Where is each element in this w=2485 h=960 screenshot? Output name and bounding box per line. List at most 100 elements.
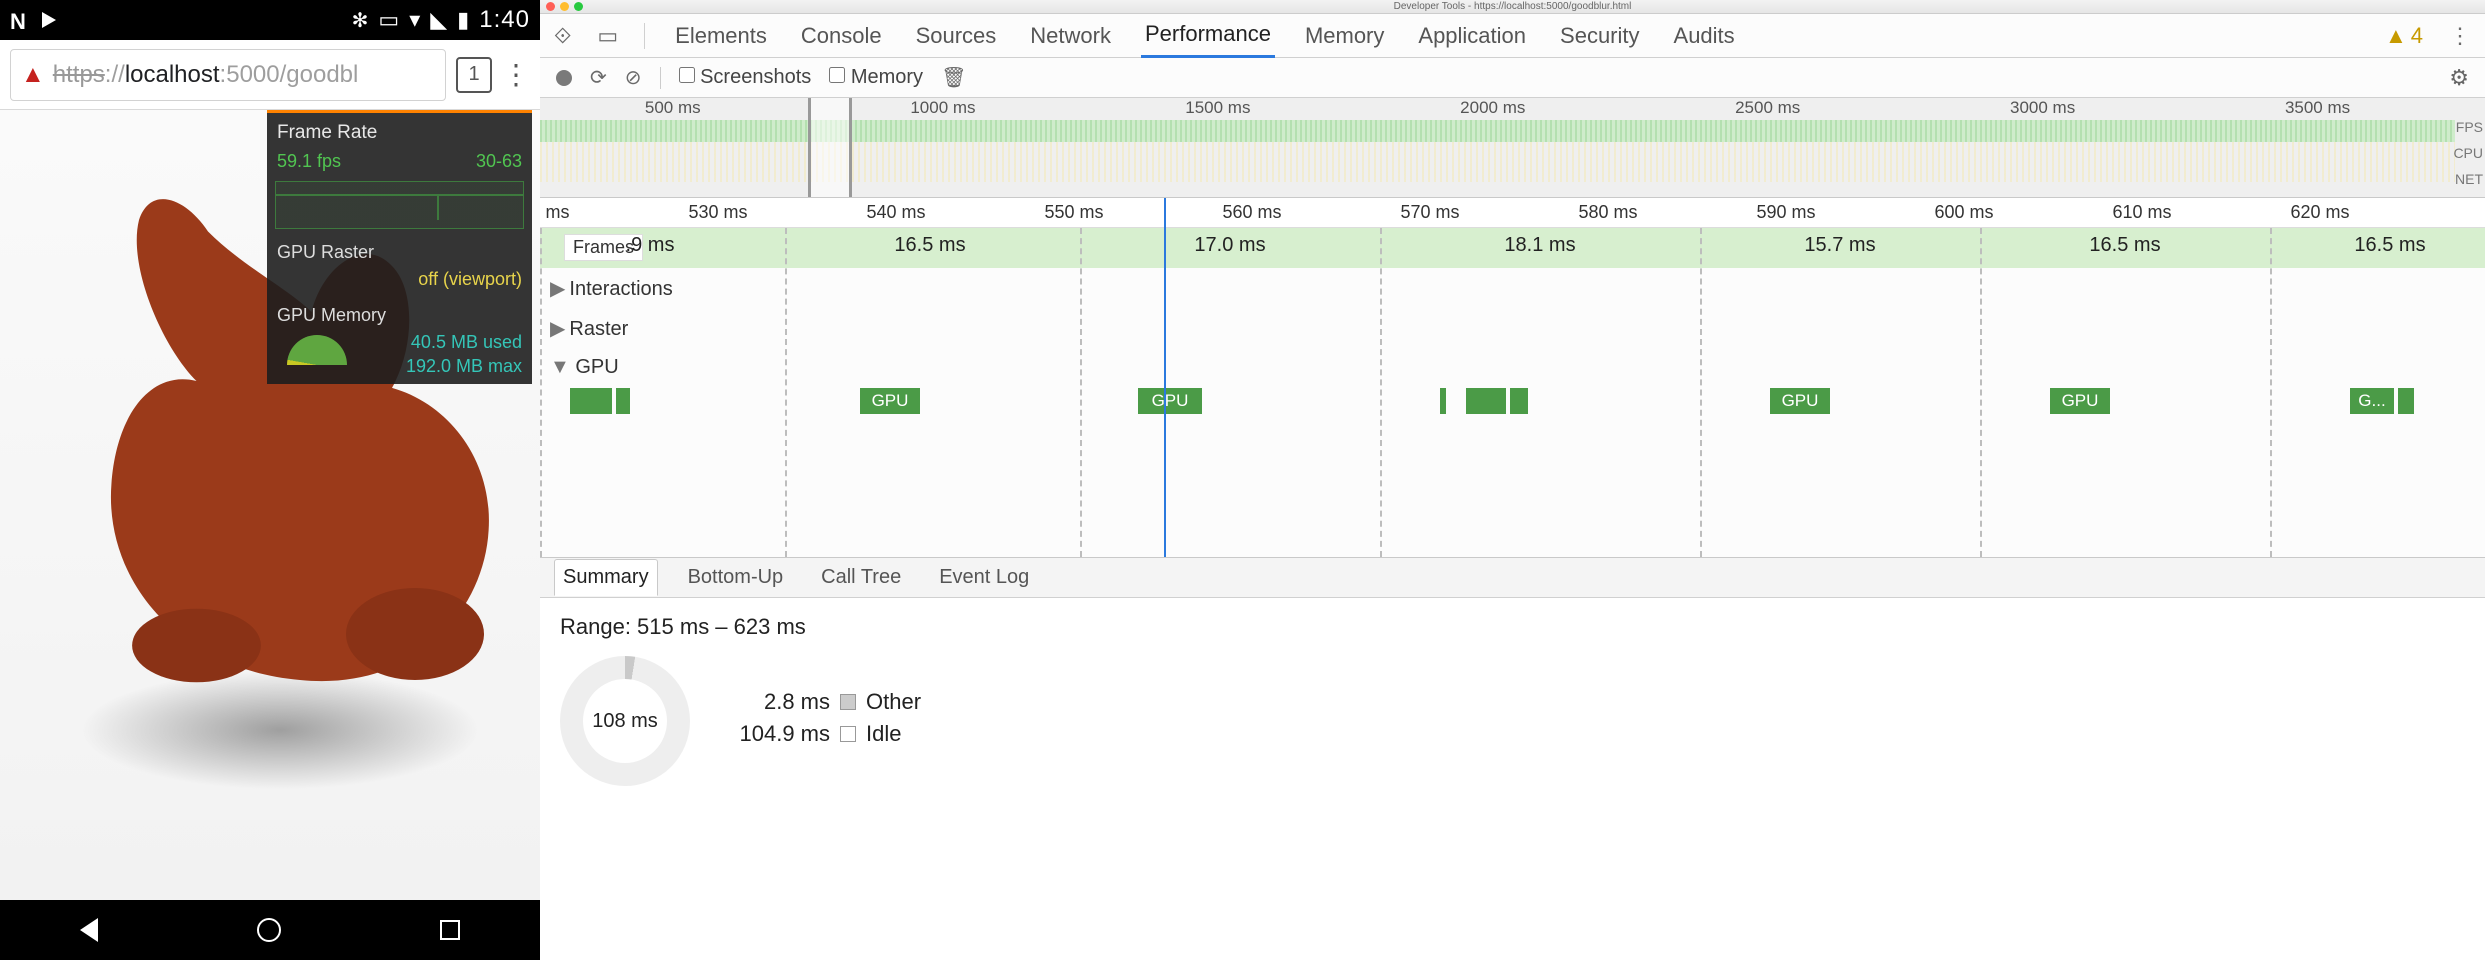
- window-titlebar[interactable]: Developer Tools - https://localhost:5000…: [540, 0, 2485, 14]
- tab-application[interactable]: Application: [1414, 15, 1530, 57]
- frame-boundary: [1080, 228, 1082, 557]
- android-nav-bar: [0, 900, 540, 960]
- frame-duration: 16.5 ms: [2354, 234, 2425, 257]
- nav-home-button[interactable]: [257, 918, 281, 942]
- bluetooth-icon: ✻: [352, 8, 369, 33]
- gpu-task-block[interactable]: GPU: [860, 388, 920, 414]
- tab-console[interactable]: Console: [797, 15, 886, 57]
- nav-recents-button[interactable]: [440, 920, 460, 940]
- screenshots-checkbox[interactable]: Screenshots: [679, 66, 812, 89]
- chrome-omnibox: ▲ https://localhost:5000/goodbl 1 ⋮: [0, 40, 540, 110]
- android-phone: N ✻ ▭ ▾ ◣ ▮ 1:40 ▲ https://localhost:500…: [0, 0, 540, 960]
- legend-row: 104.9 msIdle: [720, 721, 921, 747]
- timeline-overview[interactable]: 500 ms1000 ms1500 ms2000 ms2500 ms3000 m…: [540, 98, 2485, 198]
- subtab-event-log[interactable]: Event Log: [931, 560, 1037, 595]
- legend-row: 2.8 msOther: [720, 689, 921, 715]
- hud-fps-value: 59.1 fps: [277, 150, 341, 173]
- flame-tick: 590 ms: [1756, 202, 1815, 223]
- inspect-icon[interactable]: ⟐: [554, 23, 571, 49]
- page-viewport[interactable]: Frame Rate 59.1 fps 30-63 GPU Raster off…: [0, 110, 540, 900]
- flame-tick: 560 ms: [1222, 202, 1281, 223]
- frame-boundary: [2270, 228, 2272, 557]
- gpu-task-block[interactable]: GPU: [1138, 388, 1202, 414]
- hud-memory-gauge-icon: [287, 335, 347, 365]
- frame-boundary: [1380, 228, 1382, 557]
- gpu-task-block[interactable]: [616, 388, 630, 414]
- overview-tick: 1500 ms: [1185, 98, 1250, 118]
- traffic-lights[interactable]: [546, 2, 583, 11]
- capture-settings-icon[interactable]: ⚙: [2449, 65, 2469, 91]
- summary-range: Range: 515 ms – 623 ms: [560, 614, 2465, 640]
- devtools-menu-icon[interactable]: ⋮: [2449, 23, 2471, 49]
- performance-toolbar: ⟳ ⊘ Screenshots Memory 🗑 ⚙: [540, 58, 2485, 98]
- gpu-task-block[interactable]: [1440, 388, 1446, 414]
- record-button[interactable]: [556, 70, 572, 86]
- play-store-icon: [42, 12, 56, 28]
- reload-record-button[interactable]: ⟳: [590, 65, 607, 90]
- frame-duration: .9 ms: [626, 234, 675, 257]
- tab-sources[interactable]: Sources: [912, 15, 1001, 57]
- memory-checkbox[interactable]: Memory: [829, 66, 923, 89]
- playhead-marker[interactable]: [1164, 198, 1166, 557]
- hud-gpu-mem-used: 40.5 MB used: [411, 332, 522, 352]
- tab-switcher-button[interactable]: 1: [456, 57, 492, 93]
- subtab-call-tree[interactable]: Call Tree: [813, 560, 909, 595]
- interactions-track[interactable]: ▶Interactions: [540, 268, 2485, 308]
- frame-boundary: [540, 228, 542, 557]
- overview-tick: 3500 ms: [2285, 98, 2350, 118]
- device-toggle-icon[interactable]: ▭: [597, 23, 618, 49]
- devtools-window: Developer Tools - https://localhost:5000…: [540, 0, 2485, 960]
- tab-performance[interactable]: Performance: [1141, 13, 1275, 58]
- clear-button[interactable]: ⊘: [625, 65, 642, 90]
- gpu-task-block[interactable]: GPU: [1770, 388, 1830, 414]
- status-clock: 1:40: [479, 6, 530, 34]
- gpu-task-block[interactable]: GPU: [2050, 388, 2110, 414]
- chrome-menu-button[interactable]: ⋮: [502, 58, 530, 91]
- tab-memory[interactable]: Memory: [1301, 15, 1388, 57]
- flame-tick: 520 ms: [540, 202, 570, 223]
- frames-track[interactable]: Frames .9 ms 16.5 ms17.0 ms18.1 ms15.7 m…: [540, 228, 2485, 268]
- url-bar[interactable]: ▲ https://localhost:5000/goodbl: [10, 49, 446, 101]
- subtab-summary[interactable]: Summary: [554, 559, 658, 596]
- frame-duration: 17.0 ms: [1194, 234, 1265, 257]
- hud-gpu-raster-title: GPU Raster: [267, 235, 532, 266]
- gpu-task-block[interactable]: [2398, 388, 2414, 414]
- raster-track[interactable]: ▶Raster: [540, 308, 2485, 348]
- tab-network[interactable]: Network: [1026, 15, 1115, 57]
- flame-tick: 570 ms: [1400, 202, 1459, 223]
- flame-tick: 540 ms: [866, 202, 925, 223]
- flame-tick: 550 ms: [1044, 202, 1103, 223]
- tab-security[interactable]: Security: [1556, 15, 1643, 57]
- overview-tick: 2000 ms: [1460, 98, 1525, 118]
- flame-tick: 530 ms: [688, 202, 747, 223]
- summary-donut-chart: 108 ms: [560, 656, 690, 786]
- tab-elements[interactable]: Elements: [671, 15, 771, 57]
- tab-audits[interactable]: Audits: [1670, 15, 1739, 57]
- gpu-task-block[interactable]: [1466, 388, 1506, 414]
- hud-fps-range: 30-63: [476, 150, 522, 173]
- summary-legend: 2.8 msOther 104.9 msIdle: [720, 689, 921, 753]
- vibrate-icon: ▭: [378, 7, 399, 33]
- warnings-badge[interactable]: ▲ 4: [2385, 23, 2423, 49]
- overview-selection-handle[interactable]: [808, 98, 852, 197]
- frame-boundary: [1980, 228, 1982, 557]
- gpu-task-block[interactable]: [570, 388, 612, 414]
- gpu-task-block[interactable]: G...: [2350, 388, 2394, 414]
- gc-button[interactable]: 🗑: [941, 65, 966, 90]
- summary-panel: Range: 515 ms – 623 ms 108 ms 2.8 msOthe…: [540, 598, 2485, 960]
- window-title: Developer Tools - https://localhost:5000…: [1394, 1, 1632, 12]
- frame-duration: 16.5 ms: [2089, 234, 2160, 257]
- overview-tick: 1000 ms: [910, 98, 975, 118]
- subtab-bottom-up[interactable]: Bottom-Up: [680, 560, 792, 595]
- nav-back-button[interactable]: [80, 918, 98, 942]
- frame-boundary: [1700, 228, 1702, 557]
- devtools-tab-bar: ⟐ ▭ Elements Console Sources Network Perform…: [540, 14, 2485, 58]
- flame-tick: 610 ms: [2112, 202, 2171, 223]
- url-protocol: https: [53, 61, 105, 89]
- fps-hud-overlay: Frame Rate 59.1 fps 30-63 GPU Raster off…: [267, 110, 532, 384]
- gpu-task-block[interactable]: [1510, 388, 1528, 414]
- flame-chart[interactable]: 520 ms530 ms540 ms550 ms560 ms570 ms580 …: [540, 198, 2485, 558]
- hud-gpu-mem-max: 192.0 MB max: [406, 356, 522, 376]
- overview-tick: 2500 ms: [1735, 98, 1800, 118]
- security-warning-icon: ▲: [21, 61, 45, 89]
